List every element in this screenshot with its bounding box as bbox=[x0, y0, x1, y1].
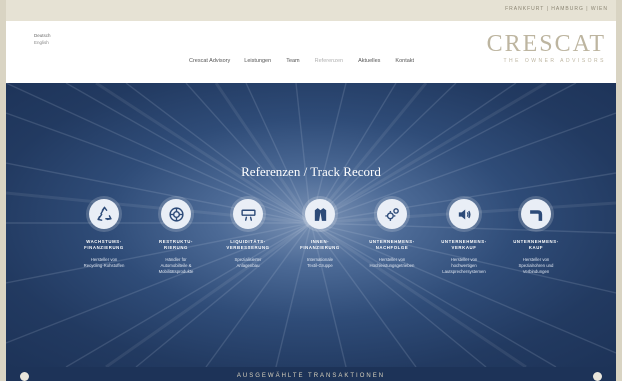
reference-description: Spezialisierter Anlagenbau bbox=[234, 257, 262, 268]
reference-category: RESTRUKTU- RIERUNG bbox=[159, 239, 193, 250]
language-switcher: Deutsch English bbox=[34, 32, 51, 46]
right-frame bbox=[616, 0, 622, 381]
reference-category: UNTERNEHMENS- KAUF bbox=[513, 239, 559, 250]
gears-icon bbox=[377, 199, 407, 229]
logo-tagline: THE OWNER ADVISORS bbox=[503, 58, 606, 64]
reference-description: Hersteller von Recycling-Rohstoffen bbox=[83, 257, 125, 268]
air-conditioner-icon bbox=[233, 199, 263, 229]
reference-description: Hersteller von Spezialrohren und Verbind… bbox=[518, 257, 554, 274]
reference-item-unternehmenskauf[interactable]: UNTERNEHMENS- KAUF Hersteller von Spezia… bbox=[498, 199, 574, 275]
reference-item-innenfinanzierung[interactable]: INNEN- FINANZIERUNG Internationale Texti… bbox=[282, 199, 358, 269]
transactions-heading[interactable]: AUSGEWÄHLTE TRANSAKTIONEN bbox=[6, 373, 616, 379]
reference-item-liquiditaetsverbesserung[interactable]: LIQUIDITÄTS- VERBESSERUNG Spezialisierte… bbox=[210, 199, 286, 269]
jacket-icon bbox=[305, 199, 335, 229]
reference-description: Händler für Automobilteile & Mobilitätsp… bbox=[158, 257, 194, 274]
reference-item-unternehmensnachfolge[interactable]: UNTERNEHMENS- NACHFOLGE Hersteller von H… bbox=[354, 199, 430, 269]
recycle-icon bbox=[89, 199, 119, 229]
wheel-icon bbox=[161, 199, 191, 229]
reference-description: Hersteller von hochwertigen Lautsprecher… bbox=[442, 257, 486, 274]
pipe-icon bbox=[521, 199, 551, 229]
reference-description: Hersteller von Hochleistungsgetrieben bbox=[369, 257, 415, 268]
nav-crescat-advisory[interactable]: Crescat Advisory bbox=[189, 58, 230, 64]
nav-aktuelles[interactable]: Aktuelles bbox=[358, 58, 380, 64]
nav-leistungen[interactable]: Leistungen bbox=[244, 58, 271, 64]
site-header: Deutsch English Crescat Advisory Leistun… bbox=[6, 21, 616, 83]
nav-team[interactable]: Team bbox=[286, 58, 299, 64]
reference-category: LIQUIDITÄTS- VERBESSERUNG bbox=[226, 239, 270, 250]
nav-referenzen[interactable]: Referenzen bbox=[315, 58, 343, 64]
crescat-logo[interactable]: CRESCAT THE OWNER ADVISORS bbox=[487, 31, 606, 64]
hero-section: Referenzen / Track Record WACHSTUMS- FIN… bbox=[6, 83, 616, 367]
logo-wordmark: CRESCAT bbox=[486, 31, 606, 57]
top-strip: FRANKFURT | HAMBURG | WIEN bbox=[6, 0, 616, 21]
reference-category: UNTERNEHMENS- VERKAUF bbox=[441, 239, 487, 250]
language-deutsch[interactable]: Deutsch bbox=[34, 32, 51, 39]
reference-item-unternehmensverkauf[interactable]: UNTERNEHMENS- VERKAUF Hersteller von hoc… bbox=[426, 199, 502, 275]
speaker-icon bbox=[449, 199, 479, 229]
reference-item-wachstumsfinanzierung[interactable]: WACHSTUMS- FINANZIERUNG Hersteller von R… bbox=[66, 199, 142, 269]
transactions-bar: AUSGEWÄHLTE TRANSAKTIONEN bbox=[6, 367, 616, 381]
reference-category: UNTERNEHMENS- NACHFOLGE bbox=[369, 239, 415, 250]
reference-description: Internationale Textil-Gruppe bbox=[306, 257, 334, 268]
reference-item-restrukturierung[interactable]: RESTRUKTU- RIERUNG Händler für Automobil… bbox=[138, 199, 214, 275]
main-navigation: Crescat Advisory Leistungen Team Referen… bbox=[189, 58, 414, 64]
reference-category: INNEN- FINANZIERUNG bbox=[300, 239, 340, 250]
nav-kontakt[interactable]: Kontakt bbox=[395, 58, 414, 64]
language-english[interactable]: English bbox=[34, 39, 51, 46]
office-locations: FRANKFURT | HAMBURG | WIEN bbox=[505, 6, 608, 12]
reference-list: WACHSTUMS- FINANZIERUNG Hersteller von R… bbox=[66, 199, 566, 309]
page-title: Referenzen / Track Record bbox=[241, 164, 381, 179]
reference-category: WACHSTUMS- FINANZIERUNG bbox=[84, 239, 124, 250]
scroll-right-button[interactable] bbox=[593, 372, 602, 381]
